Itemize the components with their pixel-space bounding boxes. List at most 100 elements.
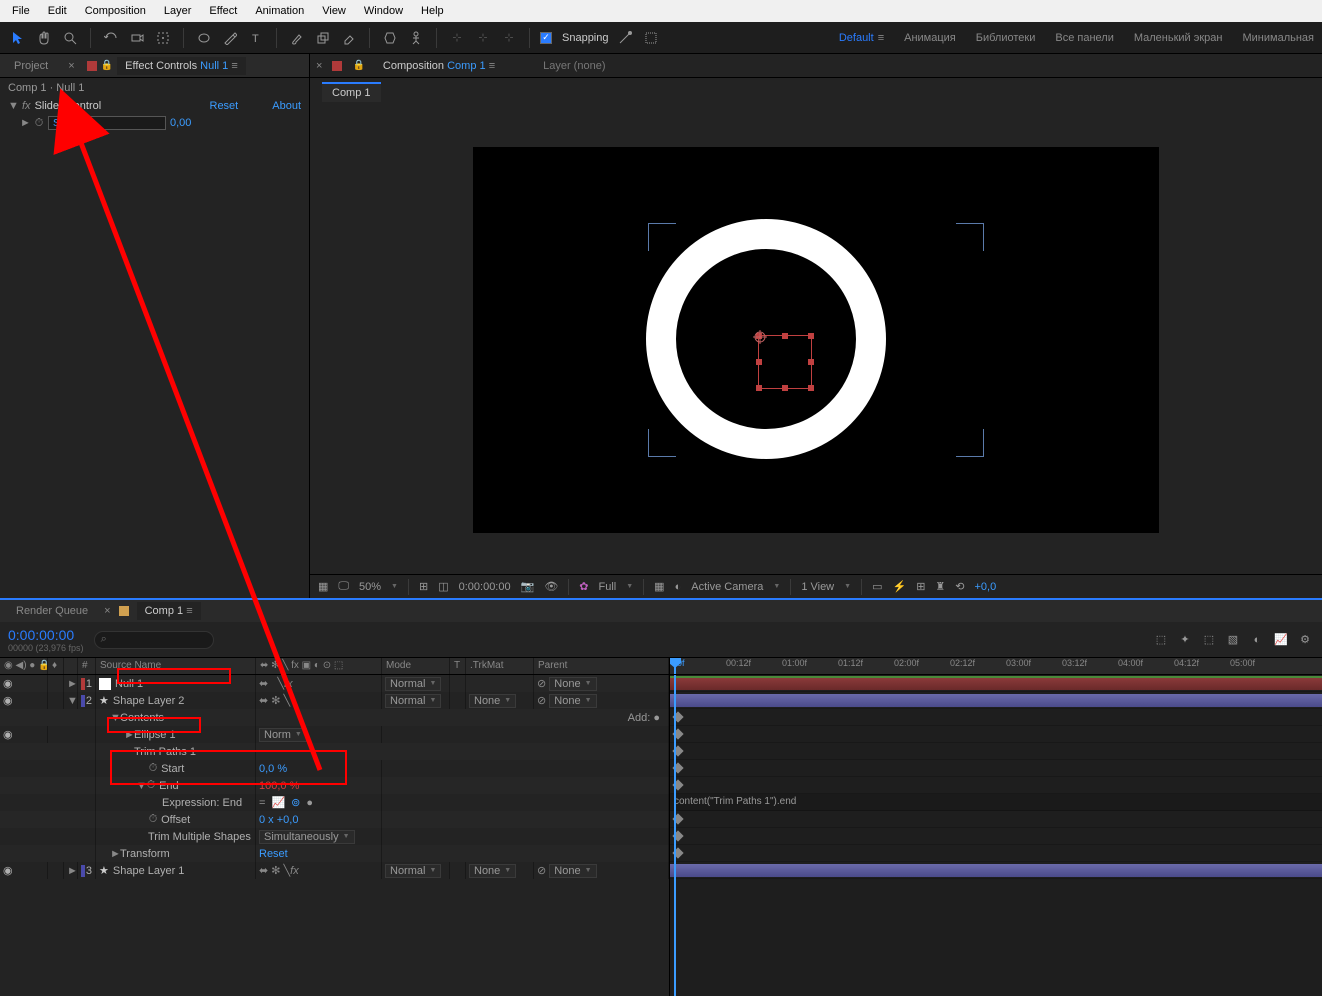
workspace-all-panels[interactable]: Все панели [1055,32,1113,44]
slider-name-input[interactable] [48,116,166,130]
menu-view[interactable]: View [314,2,354,20]
layer-row-null1[interactable]: ◉ ► 1 Null 1 ⬌ ╲ fx Normal▼ ⊘ None▼ [0,675,669,692]
pan-behind-tool-icon[interactable] [153,28,173,48]
render-queue-tab[interactable]: Render Queue [8,602,96,620]
prop-start[interactable]: ⏱ Start 0,0 % [0,760,669,777]
trkmat-select[interactable]: None▼ [469,864,516,878]
viewer-timecode[interactable]: 0:00:00:00 [459,581,511,593]
workspace-minimal[interactable]: Минимальная [1242,32,1314,44]
fast-preview-icon[interactable]: ⚡ [892,580,906,593]
menu-window[interactable]: Window [356,2,411,20]
snapshot-icon[interactable]: 📷 [521,580,535,593]
snap-grid-icon[interactable] [641,28,661,48]
layer-bar-shape2[interactable] [670,694,1322,707]
project-tab-close[interactable]: × [60,57,82,75]
monitor-icon[interactable]: 🖵 [338,580,349,593]
project-tab[interactable]: Project [6,57,56,75]
layer-row-shape2[interactable]: ◉ ▼ 2 ★Shape Layer 2 ⬌ ✻ ╲ Normal▼ None▼… [0,692,669,709]
reset-button[interactable]: Reset [210,100,239,112]
parent-select[interactable]: None▼ [549,864,596,878]
snap-edge-icon[interactable] [615,28,635,48]
mode-select[interactable]: Normal▼ [385,694,441,708]
roto-tool-icon[interactable] [380,28,400,48]
zoom-level[interactable]: 50% [359,581,381,593]
brainstorm-icon[interactable]: ⚙ [1296,631,1314,649]
channels-icon[interactable]: ✿ [579,580,588,593]
pen-tool-icon[interactable] [220,28,240,48]
parent-select[interactable]: None▼ [549,694,596,708]
lock-icon[interactable]: 🔒 [101,60,113,71]
exposure-reset-icon[interactable]: ⟲ [955,580,964,593]
menu-edit[interactable]: Edit [40,2,75,20]
view-axis-icon[interactable]: ⊹ [499,28,519,48]
expr-menu-icon[interactable]: ● [306,797,313,809]
comp-panel-close[interactable]: × [316,60,322,72]
lock-icon[interactable]: 🔒 [352,60,364,71]
eraser-tool-icon[interactable] [339,28,359,48]
reset-link[interactable]: Reset [259,848,288,860]
twirl-icon[interactable]: ► [20,117,30,129]
views-select[interactable]: 1 View [801,581,834,593]
roi-icon[interactable]: ◫ [438,580,448,593]
clone-tool-icon[interactable] [313,28,333,48]
comp-subtab[interactable]: Comp 1 [322,82,381,102]
puppet-tool-icon[interactable] [406,28,426,48]
pixel-aspect-icon[interactable]: ▭ [872,580,882,593]
prop-ellipse1[interactable]: ◉ ►Ellipse 1 Norm▼ [0,726,669,743]
orbit-tool-icon[interactable] [101,28,121,48]
time-ruler[interactable]: 00f 00:12f 01:00f 01:12f 02:00f 02:12f 0… [670,658,1322,675]
menu-effect[interactable]: Effect [201,2,245,20]
layer-bar-null1[interactable] [670,677,1322,690]
layer-search-input[interactable]: ⌕ [94,631,214,649]
timeline-icon[interactable]: ⊞ [916,580,925,593]
effect-slider-control[interactable]: ▼ fx Slider Control Reset About [0,98,309,114]
trim-mode-select[interactable]: Simultaneously▼ [259,830,355,844]
transparency-icon[interactable]: ▦ [654,580,664,593]
camera-tool-icon[interactable] [127,28,147,48]
about-button[interactable]: About [272,100,301,112]
workspace-libraries[interactable]: Библиотеки [976,32,1036,44]
resolution-select[interactable]: Full [599,581,617,593]
mode-select[interactable]: Normal▼ [385,864,441,878]
timeline-tracks[interactable]: 00f 00:12f 01:00f 01:12f 02:00f 02:12f 0… [670,658,1322,996]
show-snapshot-icon[interactable]: 👁 [544,580,558,593]
frame-blend-icon[interactable]: ▧ [1224,631,1242,649]
layer-bar-shape1[interactable] [670,864,1322,877]
flowchart-icon[interactable]: ♜ [935,580,945,593]
slider-value[interactable]: 0,00 [170,117,191,129]
prop-transform[interactable]: ►Transform Reset [0,845,669,862]
menu-file[interactable]: File [4,2,38,20]
menu-composition[interactable]: Composition [77,2,154,20]
brush-tool-icon[interactable] [287,28,307,48]
grid-icon[interactable]: ▦ [318,580,328,593]
zoom-tool-icon[interactable] [60,28,80,48]
draft3d-icon[interactable]: ✦ [1176,631,1194,649]
prop-trim-multiple[interactable]: Trim Multiple Shapes Simultaneously▼ [0,828,669,845]
layer-row-shape1[interactable]: ◉ ► 3 ★Shape Layer 1 ⬌ ✻ ╲ fx Normal▼ No… [0,862,669,879]
effect-controls-tab[interactable]: Effect Controls Null 1 ≡ [117,57,246,75]
current-timecode[interactable]: 0:00:00:00 [8,627,84,643]
timeline-comp-tab[interactable]: Comp 1 ≡ [137,602,201,620]
hide-shy-icon[interactable]: ⬚ [1200,631,1218,649]
menu-help[interactable]: Help [413,2,452,20]
composition-viewer[interactable] [310,106,1322,574]
shape-tool-icon[interactable] [194,28,214,48]
mask-icon[interactable]: ◐ [675,581,682,593]
prop-expression-end[interactable]: Expression: End = 📈 ⊚ ● [0,794,669,811]
comp-mini-flowchart-icon[interactable]: ⬚ [1152,631,1170,649]
parent-select[interactable]: None▼ [549,677,596,691]
stopwatch-icon[interactable]: ⏱ [148,764,158,774]
stopwatch-icon[interactable]: ⏱ [148,815,158,825]
resolution-icon[interactable]: ⊞ [419,580,428,593]
menu-layer[interactable]: Layer [156,2,200,20]
prop-contents[interactable]: ▼Contents Add: ● [0,709,669,726]
stopwatch-icon[interactable]: ⏱ [146,781,156,791]
snapping-checkbox[interactable]: ✓ [540,32,552,44]
trkmat-select[interactable]: None▼ [469,694,516,708]
prop-trim-paths[interactable]: Trim Paths 1 [0,743,669,760]
expr-pickwhip-icon[interactable]: ⊚ [291,796,300,809]
workspace-default[interactable]: Default ≡ [839,32,884,44]
workspace-animation[interactable]: Анимация [904,32,956,44]
exposure-value[interactable]: +0,0 [975,581,997,593]
graph-editor-icon[interactable]: 📈 [1272,631,1290,649]
